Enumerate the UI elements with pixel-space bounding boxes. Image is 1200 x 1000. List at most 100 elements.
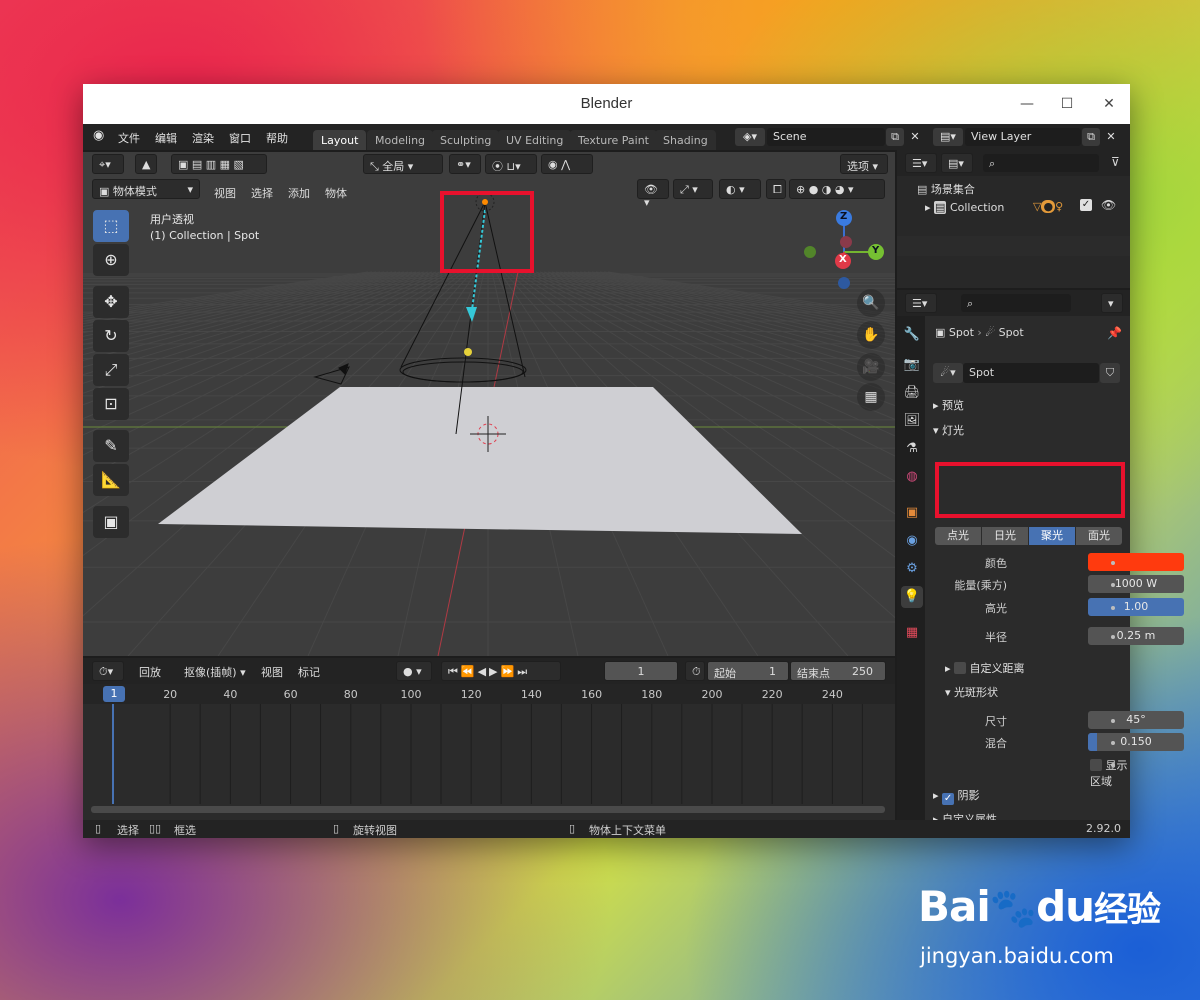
- spot-size-field[interactable]: 45°: [1088, 711, 1184, 729]
- outliner-editor[interactable]: ☰▾ ▤▾ ⌕ ⊽ ▤ 场景集合 ▸ ▤ Collection ▽ ● ♀ ✓ 👁: [897, 150, 1130, 288]
- view-layer-selector-icon[interactable]: ▤▾: [933, 128, 963, 146]
- select-tool-icon[interactable]: ▲: [135, 154, 157, 174]
- playback-dropdown[interactable]: 回放 ▾: [133, 661, 175, 693]
- tool-select-box-icon[interactable]: ⬚: [93, 210, 129, 242]
- frame-end-field[interactable]: 结束点 250: [790, 661, 886, 681]
- tool-scale-icon[interactable]: ⤢: [93, 354, 129, 386]
- snap-icon[interactable]: ⦿ ⊔▾: [485, 154, 537, 174]
- radius-field[interactable]: 0.25 m: [1088, 627, 1184, 645]
- vp-menu-object[interactable]: 物体: [325, 185, 347, 201]
- pivot-point-icon[interactable]: ⚭▾: [449, 154, 481, 174]
- timeline-editor-type-icon[interactable]: ⏱▾: [92, 661, 124, 681]
- fake-user-shield-icon[interactable]: ⛉: [1100, 363, 1120, 383]
- outliner-search-input[interactable]: ⌕: [983, 154, 1099, 172]
- light-data-name-field[interactable]: Spot: [963, 363, 1099, 383]
- scene-tab-icon[interactable]: ⚗: [901, 438, 923, 460]
- scene-selector-icon[interactable]: ◈▾: [735, 128, 765, 146]
- light-data-tab-icon[interactable]: 💡: [901, 586, 923, 608]
- properties-options-icon[interactable]: ▾: [1101, 293, 1123, 313]
- menu-render[interactable]: 渲染: [192, 130, 214, 146]
- menu-window[interactable]: 窗口: [229, 130, 251, 146]
- new-view-layer-icon[interactable]: ⧉: [1082, 128, 1100, 146]
- vp-menu-view[interactable]: 视图: [214, 185, 236, 201]
- keyframe-dot[interactable]: [1111, 719, 1115, 723]
- section-shadow[interactable]: ▸ ✓ 阴影: [933, 787, 980, 805]
- camera-view-icon[interactable]: 🎥: [857, 353, 885, 381]
- shadow-checkbox[interactable]: ✓: [942, 793, 955, 805]
- new-scene-icon[interactable]: ⧉: [886, 128, 904, 146]
- timeline-menu-view[interactable]: 视图: [261, 664, 283, 680]
- timeline-editor[interactable]: ⏱▾ 回放 ▾ 抠像(插帧) ▾ 视图 标记 ● ▾ ⏮⏪◀▶⏩⏭ 1 ⏱ 起始…: [83, 658, 895, 820]
- tab-layout[interactable]: Layout: [313, 130, 367, 150]
- editor-type-icon[interactable]: ⌖▾: [92, 154, 124, 174]
- outliner-display-mode-icon[interactable]: ▤▾: [941, 153, 973, 173]
- keyframe-dot[interactable]: [1111, 606, 1115, 610]
- gizmo-x-label[interactable]: X: [839, 254, 847, 265]
- record-icon[interactable]: ● ▾: [396, 661, 432, 681]
- light-color-swatch[interactable]: [1088, 553, 1184, 571]
- output-tab-icon[interactable]: 🖨: [901, 382, 923, 404]
- vp-menu-add[interactable]: 添加: [288, 185, 310, 201]
- blender-logo-icon[interactable]: ◉: [93, 128, 104, 143]
- playhead-frame[interactable]: 1: [103, 686, 125, 702]
- timeline-menu-marker[interactable]: 标记: [298, 664, 320, 680]
- tool-add-cube-icon[interactable]: ▣: [93, 506, 129, 538]
- tool-transform-icon[interactable]: ⊡: [93, 388, 129, 420]
- power-field[interactable]: 1000 W: [1088, 575, 1184, 593]
- show-cone-checkbox[interactable]: [1090, 759, 1102, 771]
- gizmo-toggle-icon[interactable]: ⤢ ▾: [673, 179, 713, 199]
- specular-field[interactable]: 1.00: [1088, 598, 1184, 616]
- tool-tab-icon[interactable]: 🔧: [901, 324, 923, 346]
- keyframe-dot[interactable]: [1111, 561, 1115, 565]
- properties-search-input[interactable]: ⌕: [961, 294, 1071, 312]
- options-dropdown[interactable]: 选项 ▾: [840, 154, 888, 174]
- delete-scene-icon[interactable]: ✕: [906, 128, 924, 146]
- tab-modeling[interactable]: Modeling: [367, 130, 434, 150]
- timeline-ruler[interactable]: 1 20 40 60 80 100 120 140 160 180 200 220 240: [83, 684, 895, 704]
- pan-hand-icon[interactable]: ✋: [857, 321, 885, 349]
- proportional-edit-icon[interactable]: ◉ ⋀: [541, 154, 593, 174]
- keyframe-dot[interactable]: [1111, 583, 1115, 587]
- xray-toggle-icon[interactable]: ⧠: [766, 179, 786, 199]
- show-cone-option[interactable]: 显示区域: [1090, 757, 1130, 789]
- outliner-editor-type-icon[interactable]: ☰▾: [905, 153, 937, 173]
- blend-field[interactable]: 0.150: [1088, 733, 1184, 751]
- world-tab-icon[interactable]: ◍: [901, 466, 923, 488]
- playback-controls[interactable]: ⏮⏪◀▶⏩⏭: [441, 661, 561, 681]
- menu-help[interactable]: 帮助: [266, 130, 288, 146]
- view-layer-tab-icon[interactable]: 🖼: [901, 410, 923, 432]
- properties-editor[interactable]: ☰▾ ⌕ ▾ 🔧 📷 🖨 🖼 ⚗ ◍ ▣ ◉ ⚙ 💡 ▦ ▣ Spot › ☄ …: [897, 290, 1184, 826]
- custom-distance-checkbox[interactable]: [954, 662, 967, 674]
- light-type-spot[interactable]: 聚光: [1029, 527, 1075, 545]
- light-type-area[interactable]: 面光: [1076, 527, 1122, 545]
- tool-measure-icon[interactable]: 📐: [93, 464, 129, 496]
- menu-file[interactable]: 文件: [118, 130, 140, 146]
- vp-menu-select[interactable]: 选择: [251, 185, 273, 201]
- light-type-point[interactable]: 点光: [935, 527, 981, 545]
- overlay-toggle-icon[interactable]: ◐ ▾: [719, 179, 761, 199]
- visibility-icon[interactable]: 👁▾: [637, 179, 669, 209]
- frame-start-field[interactable]: 起始 1: [707, 661, 789, 681]
- maximize-button[interactable]: ☐: [1057, 94, 1077, 114]
- gizmo-z-label[interactable]: Z: [840, 211, 847, 222]
- tab-texture-paint[interactable]: Texture Paint: [570, 130, 657, 150]
- tool-rotate-icon[interactable]: ↻: [93, 320, 129, 352]
- physics-tab-icon[interactable]: ◉: [901, 530, 923, 552]
- keying-dropdown[interactable]: 抠像(插帧) ▾: [178, 661, 258, 681]
- pin-icon[interactable]: 📌: [1107, 326, 1122, 340]
- close-button[interactable]: ✕: [1099, 94, 1119, 114]
- keyframe-dot[interactable]: [1111, 635, 1115, 639]
- eye-icon[interactable]: 👁: [1101, 198, 1116, 212]
- object-filter-icons[interactable]: ▽ ● ♀: [1033, 200, 1063, 213]
- transform-orientation-dropdown[interactable]: ⤡ 全局 ▾: [363, 154, 443, 174]
- section-custom-distance[interactable]: ▸ 自定义距离: [945, 660, 1025, 676]
- gizmo-y-label[interactable]: Y: [872, 245, 879, 256]
- view-layer-name-field[interactable]: View Layer: [965, 128, 1081, 146]
- constraints-tab-icon[interactable]: ⚙: [901, 558, 923, 580]
- collection-row[interactable]: ▸ ▤ Collection: [925, 201, 1004, 214]
- keyframe-dot[interactable]: [1111, 763, 1115, 767]
- tool-annotate-icon[interactable]: ✎: [93, 430, 129, 462]
- tab-shading[interactable]: Shading: [655, 130, 716, 150]
- tab-uv-editing[interactable]: UV Editing: [498, 130, 572, 150]
- perspective-toggle-icon[interactable]: ▦: [857, 383, 885, 411]
